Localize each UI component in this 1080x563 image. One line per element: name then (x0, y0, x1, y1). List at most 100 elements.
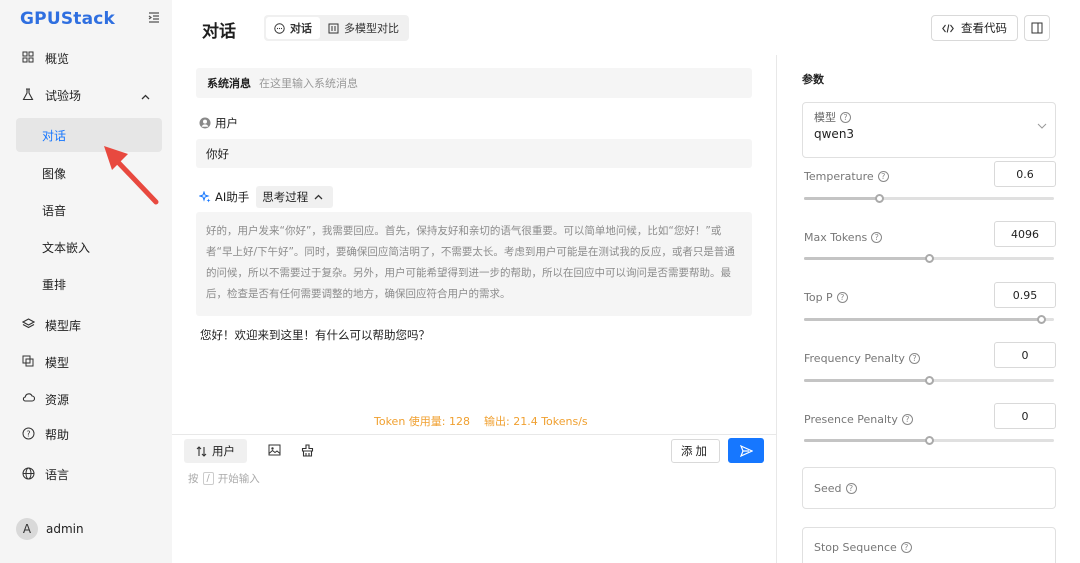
tab-chat[interactable]: 对话 (266, 17, 320, 39)
assistant-message-text: 您好！欢迎来到这里！有什么可以帮助您吗？ (200, 328, 430, 342)
slider-handle[interactable] (874, 194, 884, 203)
sparkle-icon (199, 191, 211, 203)
temperature-label: Temperature? (804, 170, 889, 183)
sidebar: GPUStack 概览 试验场 对话 图像 语音 文本嵌入 重排 模型库 模型 … (0, 0, 172, 563)
params-title: 参数 (802, 73, 824, 86)
frequency-penalty-label: Frequency Penalty? (804, 352, 920, 365)
sidebar-item-label: 模型 (45, 355, 70, 370)
hint-prefix: 按 (188, 473, 199, 485)
sidebar-item-overview[interactable]: 概览 (16, 41, 162, 75)
help-icon: ? (845, 482, 857, 494)
max-tokens-slider[interactable] (804, 254, 1054, 263)
user-avatar-icon (199, 117, 211, 129)
system-message-input[interactable]: 系统消息 在这里输入系统消息 (196, 68, 752, 98)
chevron-up-icon (314, 194, 323, 200)
model-select-label: 模型 (814, 111, 836, 124)
temperature-slider[interactable] (804, 194, 1054, 203)
tab-multi-model-compare[interactable]: 多模型对比 (320, 17, 407, 39)
help-icon: ? (840, 111, 851, 123)
collapse-sidebar-icon[interactable] (148, 11, 162, 25)
hint-suffix: 开始输入 (217, 473, 260, 485)
model-icon (22, 355, 36, 369)
param-label-text: Presence Penalty (804, 413, 898, 426)
sidebar-item-label: 概览 (45, 51, 70, 66)
user-role-label[interactable]: 用户 (199, 115, 238, 131)
top-p-input[interactable]: 0.95 (994, 282, 1056, 308)
temperature-input[interactable]: 0.6 (994, 161, 1056, 187)
slider-fill (804, 197, 879, 200)
presence-penalty-slider[interactable] (804, 436, 1054, 445)
token-usage: Token 使用量: 128 (374, 415, 470, 428)
annotation-arrow-icon (104, 146, 159, 205)
flask-icon (22, 88, 36, 102)
cloud-icon (22, 392, 36, 406)
sidebar-item-models[interactable]: 模型 (16, 345, 162, 379)
max-tokens-input[interactable]: 4096 (994, 221, 1056, 247)
sidebar-item-label: 图像 (42, 166, 67, 181)
upload-image-icon[interactable] (268, 444, 281, 459)
slider-handle[interactable] (924, 254, 934, 263)
add-message-button[interactable]: 添加 (671, 439, 720, 463)
system-message-label: 系统消息 (207, 77, 251, 90)
help-icon: ? (836, 292, 848, 303)
clear-icon[interactable] (301, 444, 314, 460)
chat-bubble-icon (274, 22, 285, 34)
presence-penalty-input[interactable]: 0 (994, 403, 1056, 429)
seed-label: Seed (814, 481, 842, 495)
role-switch-label: 用户 (212, 444, 235, 458)
chevron-down-icon (1037, 123, 1047, 129)
panel-icon (1031, 22, 1043, 34)
sidebar-item-model-catalog[interactable]: 模型库 (16, 308, 162, 342)
role-switch-button[interactable]: 用户 (184, 439, 247, 463)
sidebar-item-resources[interactable]: 资源 (16, 382, 162, 416)
code-icon (942, 23, 954, 33)
slider-handle[interactable] (924, 436, 934, 445)
max-tokens-label: Max Tokens? (804, 231, 883, 244)
top-p-slider[interactable] (804, 315, 1054, 324)
output-speed: 输出: 21.4 Tokens/s (484, 415, 588, 428)
dashboard-icon (22, 51, 36, 65)
stop-sequence-input[interactable]: Stop Sequence? (802, 527, 1056, 563)
thinking-toggle[interactable]: 思考过程 (256, 186, 334, 208)
seed-input[interactable]: Seed? (802, 467, 1056, 509)
sidebar-item-playground[interactable]: 试验场 (16, 78, 162, 112)
sidebar-item-rerank[interactable]: 重排 (16, 267, 162, 301)
slider-handle[interactable] (924, 376, 934, 385)
model-select-label-row: 模型? (814, 109, 1044, 125)
thinking-label: 思考过程 (262, 190, 309, 204)
sidebar-item-language[interactable]: 语言 (16, 457, 162, 491)
assistant-message[interactable]: 您好！欢迎来到这里！有什么可以帮助您吗？ (200, 327, 430, 343)
app-logo[interactable]: GPUStack (20, 9, 115, 29)
sidebar-item-embedding[interactable]: 文本嵌入 (16, 230, 162, 264)
swap-icon (196, 445, 207, 457)
role-text: AI助手 (215, 190, 250, 204)
user-message-text: 你好 (206, 146, 229, 161)
sidebar-item-help[interactable]: ? 帮助 (16, 417, 162, 451)
system-message-placeholder: 在这里输入系统消息 (259, 77, 358, 90)
sidebar-item-label: 帮助 (45, 427, 70, 442)
hint-key: / (202, 472, 214, 485)
toggle-panel-button[interactable] (1024, 15, 1050, 41)
help-icon: ? (871, 232, 883, 243)
view-code-label: 查看代码 (961, 21, 1007, 35)
frequency-penalty-input[interactable]: 0 (994, 342, 1056, 368)
thinking-text: 好的，用户发来“你好”，我需要回应。首先，保持友好和亲切的语气很重要。可以简单地… (206, 225, 735, 300)
user-menu[interactable]: A admin (16, 518, 84, 540)
param-label-text: Frequency Penalty (804, 352, 905, 365)
view-code-button[interactable]: 查看代码 (931, 15, 1018, 41)
role-text: 用户 (215, 116, 238, 130)
username: admin (46, 522, 84, 536)
top-p-label: Top P? (804, 291, 848, 304)
send-button[interactable] (728, 438, 764, 463)
tab-label: 对话 (290, 22, 312, 35)
slider-fill (804, 379, 929, 382)
chevron-up-icon (141, 89, 150, 103)
slider-fill (804, 439, 929, 442)
frequency-penalty-slider[interactable] (804, 376, 1054, 385)
param-label-text: Temperature (804, 170, 874, 183)
page-title: 对话 (202, 22, 236, 42)
user-message[interactable]: 你好 (196, 139, 752, 168)
layers-icon (22, 318, 36, 332)
model-select[interactable]: 模型? qwen3 (802, 102, 1056, 158)
slider-handle[interactable] (1037, 315, 1046, 324)
